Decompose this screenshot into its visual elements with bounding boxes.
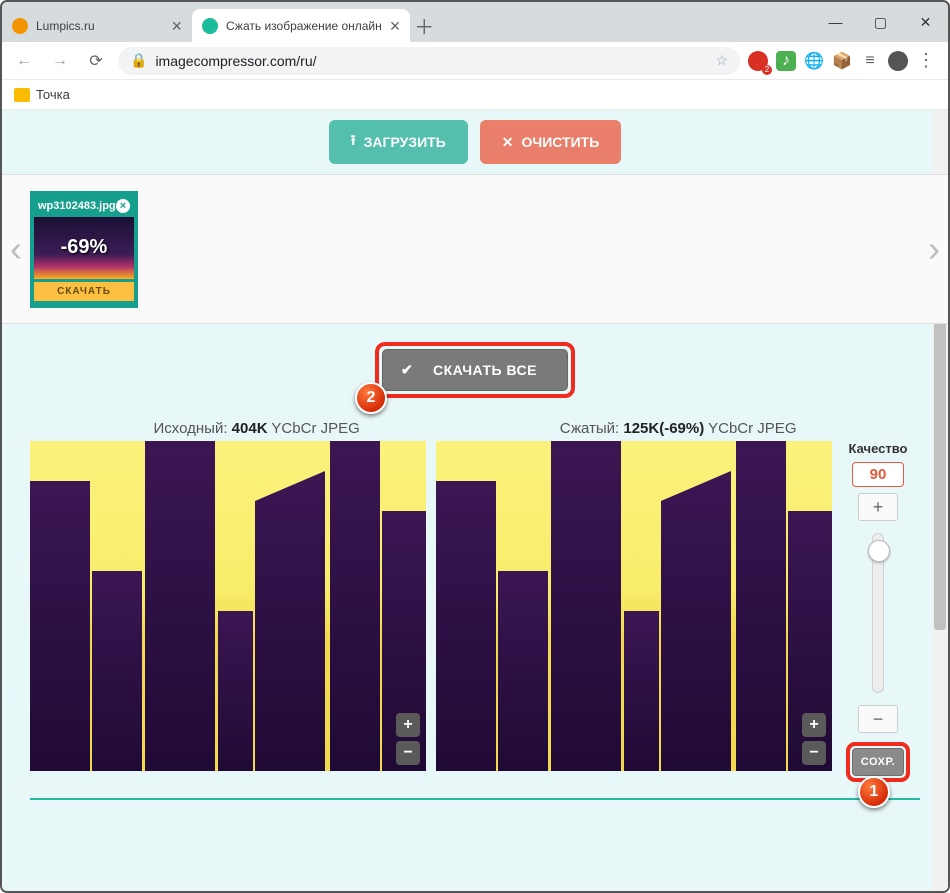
- tab-title: Lumpics.ru: [36, 19, 95, 33]
- music-extension-icon[interactable]: ♪: [776, 51, 796, 71]
- quality-panel: Качество 90 + − СОХР. 1: [842, 441, 914, 782]
- scroll-thumb[interactable]: [934, 310, 946, 630]
- folder-icon: [14, 88, 30, 102]
- thumbnail-preview: -69%: [34, 217, 134, 279]
- save-highlight: СОХР. 1: [846, 742, 910, 782]
- quality-minus-button[interactable]: −: [858, 705, 898, 733]
- quality-slider[interactable]: [872, 533, 884, 693]
- carousel-prev-button[interactable]: ‹: [10, 228, 22, 270]
- close-icon[interactable]: ×: [171, 17, 182, 35]
- zoom-out-button[interactable]: −: [396, 741, 420, 765]
- divider: [30, 798, 920, 800]
- window-minimize-button[interactable]: —: [813, 2, 858, 42]
- original-image[interactable]: + −: [30, 441, 426, 771]
- address-bar[interactable]: 🔒 imagecompressor.com/ru/ ☆: [118, 47, 740, 75]
- download-all-highlight: ✔ СКАЧАТЬ ВСЕ 2: [375, 342, 575, 398]
- adblock-extension-icon[interactable]: 2: [748, 51, 768, 71]
- original-image-panel: + −: [30, 441, 426, 782]
- browser-titlebar: Lumpics.ru × Сжать изображение онлайн × …: [2, 2, 948, 42]
- adblock-badge: 2: [762, 65, 772, 75]
- compressed-image[interactable]: + −: [436, 441, 832, 771]
- annotation-marker-1: 1: [858, 776, 890, 808]
- zoom-out-button[interactable]: −: [802, 741, 826, 765]
- new-tab-button[interactable]: ＋: [410, 9, 438, 42]
- page-content: ⭱ ЗАГРУЗИТЬ ✕ ОЧИСТИТЬ ‹ wp3102483.jpg ×…: [2, 110, 948, 891]
- compressed-label: Сжатый: 125K(-69%) YCbCr JPEG: [560, 420, 797, 437]
- star-icon[interactable]: ☆: [715, 52, 728, 69]
- compare-labels: Исходный: 404K YCbCr JPEG Сжатый: 125K(-…: [2, 416, 948, 441]
- globe-extension-icon[interactable]: 🌐: [804, 51, 824, 71]
- lock-icon: 🔒: [130, 52, 147, 69]
- quality-plus-button[interactable]: +: [858, 493, 898, 521]
- thumbnail-download-button[interactable]: СКАЧАТЬ: [34, 282, 134, 301]
- cube-extension-icon[interactable]: 📦: [832, 51, 852, 71]
- download-all-button[interactable]: ✔ СКАЧАТЬ ВСЕ: [382, 349, 568, 391]
- window-maximize-button[interactable]: ▢: [858, 2, 903, 42]
- zoom-in-button[interactable]: +: [802, 713, 826, 737]
- kebab-menu-icon[interactable]: ⋮: [916, 51, 936, 71]
- thumbnail-item[interactable]: wp3102483.jpg × -69% СКАЧАТЬ: [30, 191, 138, 308]
- tab-compressor[interactable]: Сжать изображение онлайн ×: [192, 9, 410, 42]
- profile-avatar[interactable]: [888, 51, 908, 71]
- quality-title: Качество: [849, 441, 908, 456]
- download-all-label: СКАЧАТЬ ВСЕ: [433, 362, 537, 378]
- thumbnails-carousel: ‹ wp3102483.jpg × -69% СКАЧАТЬ ›: [2, 174, 948, 324]
- back-button[interactable]: ←: [10, 47, 38, 75]
- favicon-lumpics: [12, 18, 28, 34]
- clear-icon: ✕: [502, 134, 514, 151]
- favicon-compressor: [202, 18, 218, 34]
- upload-icon: ⭱: [351, 130, 356, 154]
- playlist-extension-icon[interactable]: ≡: [860, 51, 880, 71]
- carousel-next-button[interactable]: ›: [928, 228, 940, 270]
- bookmarks-bar: Точка: [2, 80, 948, 110]
- clear-button[interactable]: ✕ ОЧИСТИТЬ: [480, 120, 622, 164]
- reload-button[interactable]: ⟳: [82, 47, 110, 75]
- zoom-in-button[interactable]: +: [396, 713, 420, 737]
- browser-toolbar: ← → ⟳ 🔒 imagecompressor.com/ru/ ☆ 2 ♪ 🌐 …: [2, 42, 948, 80]
- window-close-button[interactable]: ✕: [903, 2, 948, 42]
- save-button[interactable]: СОХР.: [852, 748, 904, 776]
- upload-label: ЗАГРУЗИТЬ: [364, 134, 446, 150]
- bookmark-folder[interactable]: Точка: [36, 87, 70, 102]
- quality-value[interactable]: 90: [852, 462, 904, 487]
- forward-button[interactable]: →: [46, 47, 74, 75]
- upload-button[interactable]: ⭱ ЗАГРУЗИТЬ: [329, 120, 468, 164]
- slider-handle[interactable]: [868, 540, 890, 562]
- thumbnail-remove-button[interactable]: ×: [116, 199, 130, 213]
- tab-title: Сжать изображение онлайн: [226, 19, 382, 33]
- clear-label: ОЧИСТИТЬ: [522, 134, 600, 150]
- tab-lumpics[interactable]: Lumpics.ru ×: [2, 9, 192, 42]
- close-icon[interactable]: ×: [390, 17, 401, 35]
- thumbnail-filename: wp3102483.jpg: [38, 200, 116, 212]
- check-icon: ✔: [401, 362, 413, 379]
- thumbnail-percent: -69%: [61, 236, 108, 259]
- url-text: imagecompressor.com/ru/: [155, 53, 316, 69]
- compressed-image-panel: + −: [436, 441, 832, 782]
- original-label: Исходный: 404K YCbCr JPEG: [154, 420, 360, 437]
- annotation-marker-2: 2: [355, 382, 387, 414]
